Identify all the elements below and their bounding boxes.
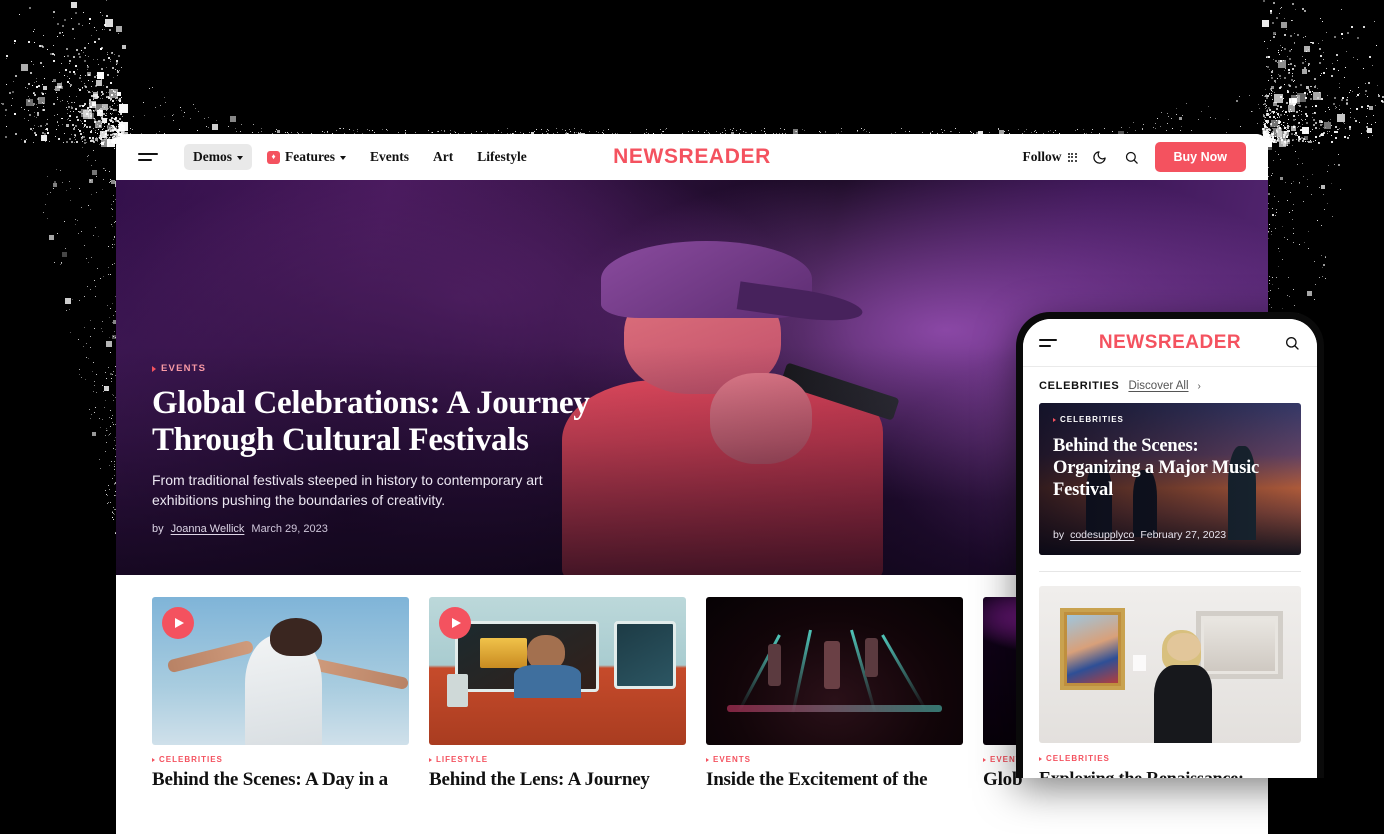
discover-all-label: Discover All [1128, 380, 1188, 392]
hero-author-link[interactable]: Joanna Wellick [171, 523, 245, 535]
mobile-divider [1039, 571, 1301, 572]
mobile-card-category-label: CELEBRITIES [1060, 415, 1124, 424]
chevron-right-icon: › [1198, 381, 1201, 392]
discover-all-link[interactable]: Discover All [1128, 380, 1188, 392]
card-category-badge[interactable]: EVENTS [706, 755, 963, 764]
hero-category-label: EVENTS [161, 363, 206, 374]
nav-item-lifestyle[interactable]: Lifestyle [468, 144, 536, 170]
article-card[interactable]: LIFESTYLE Behind the Lens: A Journey [429, 597, 686, 791]
hero-content: EVENTS Global Celebrations: A Journey Th… [152, 363, 712, 535]
mobile-navbar: NEWSREADER [1023, 319, 1317, 367]
mobile-article-category-label: CELEBRITIES [1046, 754, 1110, 763]
play-icon[interactable] [162, 607, 194, 639]
hero-subtitle: From traditional festivals steeped in hi… [152, 471, 572, 511]
card-thumbnail[interactable] [429, 597, 686, 745]
card-title[interactable]: Behind the Lens: A Journey [429, 769, 686, 791]
card-category-badge[interactable]: CELEBRITIES [152, 755, 409, 764]
card-category-label: EVENTS [713, 755, 751, 764]
mobile-phone-mockup: NEWSREADER CELEBRITIES Discover All › CE… [1016, 312, 1324, 778]
nav-right-controls: Follow Buy Now [1023, 142, 1246, 172]
nav-item-art-label: Art [433, 149, 453, 165]
moon-icon[interactable] [1091, 148, 1109, 166]
mobile-featured-card[interactable]: CELEBRITIES Behind the Scenes: Organizin… [1039, 403, 1301, 555]
desktop-navbar: Demos ♦ Features Events Art Lifestyle NE… [116, 134, 1268, 180]
nav-item-demos[interactable]: Demos [184, 144, 252, 170]
chevron-down-icon [340, 156, 346, 160]
mobile-card-category-badge[interactable]: CELEBRITIES [1053, 415, 1287, 424]
search-icon[interactable] [1123, 148, 1141, 166]
mobile-article-title[interactable]: Exploring the Renaissance: Masters and M… [1039, 768, 1301, 778]
hero-byline: by Joanna Wellick March 29, 2023 [152, 523, 712, 535]
grid-dots-icon [1068, 153, 1077, 162]
mobile-card-date: February 27, 2023 [1140, 529, 1226, 541]
mobile-by-prefix: by [1053, 529, 1064, 541]
site-logo[interactable]: NEWSREADER [613, 145, 771, 169]
mobile-card-byline: by codesupplyco February 27, 2023 [1053, 529, 1226, 541]
mobile-article-thumbnail[interactable] [1039, 586, 1301, 743]
hero-by-prefix: by [152, 523, 164, 535]
nav-item-events[interactable]: Events [361, 144, 418, 170]
mobile-category-label: CELEBRITIES [1039, 380, 1119, 392]
nav-item-art[interactable]: Art [424, 144, 462, 170]
mobile-card-body: CELEBRITIES Behind the Scenes: Organizin… [1053, 415, 1287, 501]
follow-label: Follow [1023, 149, 1062, 165]
article-card[interactable]: CELEBRITIES Behind the Scenes: A Day in … [152, 597, 409, 791]
follow-button[interactable]: Follow [1023, 149, 1077, 165]
hero-date: March 29, 2023 [251, 523, 327, 535]
article-card[interactable]: EVENTS Inside the Excitement of the [706, 597, 963, 791]
card-thumbnail[interactable] [706, 597, 963, 745]
card-category-badge[interactable]: LIFESTYLE [429, 755, 686, 764]
nav-item-features[interactable]: ♦ Features [258, 144, 355, 170]
hero-category-badge[interactable]: EVENTS [152, 363, 712, 374]
chevron-down-icon [237, 156, 243, 160]
mobile-site-logo[interactable]: NEWSREADER [1057, 332, 1283, 354]
card-title[interactable]: Inside the Excitement of the [706, 769, 963, 791]
card-category-label: CELEBRITIES [159, 755, 223, 764]
hero-title[interactable]: Global Celebrations: A Journey Through C… [152, 385, 712, 459]
nav-item-lifestyle-label: Lifestyle [477, 149, 527, 165]
flame-badge-icon: ♦ [267, 151, 280, 164]
card-title[interactable]: Behind the Scenes: A Day in a [152, 769, 409, 791]
nav-item-demos-label: Demos [193, 149, 232, 165]
mobile-screen: NEWSREADER CELEBRITIES Discover All › CE… [1023, 319, 1317, 778]
hamburger-icon[interactable] [138, 150, 158, 164]
nav-item-features-label: Features [285, 149, 335, 165]
card-category-label: LIFESTYLE [436, 755, 488, 764]
mobile-article-category-badge[interactable]: CELEBRITIES [1039, 754, 1301, 763]
play-icon[interactable] [439, 607, 471, 639]
nav-item-events-label: Events [370, 149, 409, 165]
nav-links: Demos ♦ Features Events Art Lifestyle [184, 144, 536, 170]
mobile-article-item[interactable]: CELEBRITIES Exploring the Renaissance: M… [1039, 586, 1301, 778]
hamburger-icon[interactable] [1039, 337, 1057, 349]
search-icon[interactable] [1283, 334, 1301, 352]
card-thumbnail[interactable] [152, 597, 409, 745]
mobile-card-title[interactable]: Behind the Scenes: Organizing a Major Mu… [1053, 436, 1287, 501]
mobile-discover-row: CELEBRITIES Discover All › [1023, 367, 1317, 403]
mobile-author-link[interactable]: codesupplyco [1070, 529, 1134, 541]
buy-now-button[interactable]: Buy Now [1155, 142, 1246, 172]
